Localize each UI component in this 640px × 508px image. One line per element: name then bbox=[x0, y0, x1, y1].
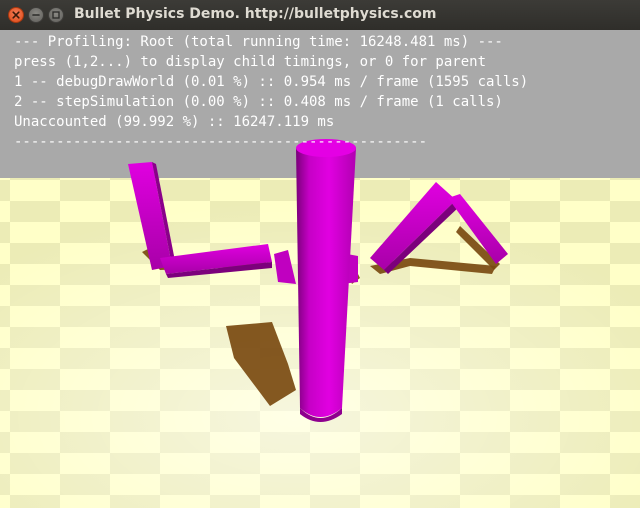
profiler-header: --- Profiling: Root (total running time:… bbox=[14, 34, 503, 50]
maximize-button[interactable] bbox=[48, 7, 64, 23]
profiler-unaccounted: Unaccounted (99.992 %) :: 16247.119 ms bbox=[14, 114, 335, 130]
app-window: Bullet Physics Demo. http://bulletphysic… bbox=[0, 0, 640, 508]
minimize-icon bbox=[32, 14, 40, 16]
title-bar[interactable]: Bullet Physics Demo. http://bulletphysic… bbox=[0, 0, 640, 31]
profiler-instructions: press (1,2...) to display child timings,… bbox=[14, 54, 487, 70]
maximize-icon bbox=[52, 11, 60, 19]
minimize-button[interactable] bbox=[28, 7, 44, 23]
profiler-entry-stepsimulation: 2 -- stepSimulation (0.00 %) :: 0.408 ms… bbox=[14, 94, 503, 110]
render-viewport[interactable]: --- Profiling: Root (total running time:… bbox=[0, 30, 640, 508]
profiler-overlay: --- Profiling: Root (total running time:… bbox=[14, 32, 528, 152]
profiler-entry-debugdrawworld: 1 -- debugDrawWorld (0.01 %) :: 0.954 ms… bbox=[14, 74, 529, 90]
close-button[interactable] bbox=[8, 7, 24, 23]
profiler-divider: ----------------------------------------… bbox=[14, 134, 428, 150]
window-title: Bullet Physics Demo. http://bulletphysic… bbox=[74, 6, 437, 22]
close-icon bbox=[12, 11, 20, 19]
